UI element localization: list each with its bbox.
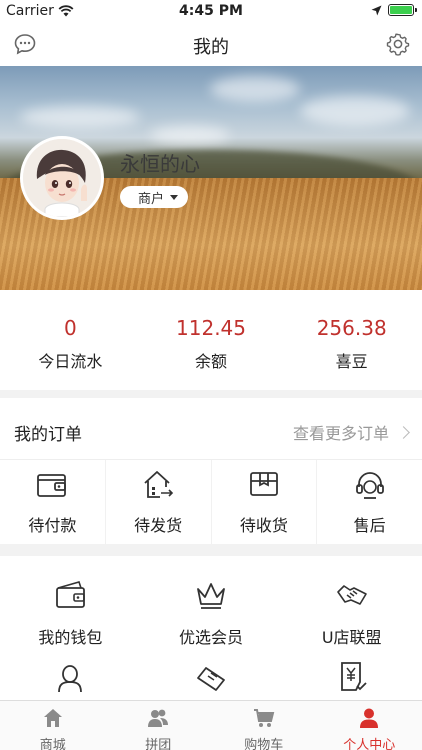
ship-box-icon: [144, 471, 174, 498]
service-label: 优选会员: [179, 628, 244, 647]
tab-personal-center[interactable]: 个人中心: [317, 701, 422, 750]
cart-icon: [253, 709, 275, 727]
wallet-icon: [37, 474, 67, 497]
tab-label: 个人中心: [343, 738, 396, 750]
nav-bar: 我的: [0, 22, 422, 66]
cloud: [150, 126, 230, 144]
order-item-label: 待付款: [28, 516, 77, 535]
cloud: [210, 76, 300, 102]
tab-label: 商城: [39, 738, 66, 750]
order-item-label: 待收货: [239, 516, 288, 535]
role-selector[interactable]: 商户: [120, 186, 189, 208]
caret-down-icon: [170, 194, 179, 200]
stat-value: 0: [63, 316, 77, 340]
tab-label: 拼团: [145, 738, 172, 750]
orders-title: 我的订单: [14, 425, 82, 445]
chevron-right-icon: [397, 425, 410, 439]
service-u-store-alliance[interactable]: U店联盟: [281, 556, 422, 652]
status-time: 4:45 PM: [179, 3, 243, 19]
username: 永恒的心: [120, 152, 200, 176]
stat-today-flow[interactable]: 0 今日流水: [0, 290, 141, 390]
page-title: 我的: [193, 37, 229, 58]
tab-bar: 商城 拼团 购物车 个人中心: [0, 700, 422, 750]
order-pending-receipt[interactable]: 待收货: [212, 460, 318, 544]
stat-balance[interactable]: 112.45 余额: [141, 290, 282, 390]
handshake-icon: [336, 585, 367, 605]
stat-value: 112.45: [176, 316, 246, 340]
location-arrow-icon: [371, 5, 382, 15]
status-bar: Carrier 4:45 PM: [0, 0, 422, 22]
service-partial-1[interactable]: [0, 652, 141, 700]
service-partial-3[interactable]: [281, 652, 422, 700]
stat-label: 喜豆: [335, 352, 368, 371]
order-pending-shipment[interactable]: 待发货: [106, 460, 212, 544]
order-item-label: 售后: [353, 516, 386, 535]
tab-cart[interactable]: 购物车: [211, 701, 317, 750]
package-icon: [249, 472, 278, 496]
settings-icon[interactable]: [386, 32, 410, 56]
stat-value: 256.38: [316, 316, 387, 340]
stat-beans[interactable]: 256.38 喜豆: [281, 290, 422, 390]
person-icon: [360, 708, 379, 728]
tab-mall[interactable]: 商城: [0, 701, 106, 750]
order-pending-payment[interactable]: 待付款: [0, 460, 106, 544]
purse-icon: [56, 581, 86, 608]
service-partial-2[interactable]: [141, 652, 282, 700]
orders-header: 我的订单 查看更多订单: [0, 398, 422, 460]
stat-label: 今日流水: [38, 352, 103, 371]
order-item-label: 待发货: [134, 516, 183, 535]
cloud: [300, 96, 410, 126]
headset-icon: [355, 472, 384, 499]
group-icon: [148, 709, 169, 727]
avatar-image: [23, 139, 101, 217]
stat-label: 余额: [195, 352, 228, 371]
role-label: 商户: [138, 191, 165, 207]
order-after-sales[interactable]: 售后: [317, 460, 422, 544]
view-more-orders-link[interactable]: 查看更多订单: [292, 420, 410, 444]
my-orders-section: 我的订单 查看更多订单 待付款 待发货 待收货 售后: [0, 398, 422, 544]
tab-label: 购物车: [244, 738, 284, 750]
order-status-row: 待付款 待发货 待收货 售后: [0, 460, 422, 544]
avatar[interactable]: [20, 136, 104, 220]
battery-icon: [388, 4, 417, 16]
service-my-wallet[interactable]: 我的钱包: [0, 556, 141, 652]
services-row-partial: [0, 652, 422, 700]
cloud: [20, 106, 140, 128]
handshake-icon: [197, 667, 225, 691]
service-label: U店联盟: [321, 628, 382, 647]
home-icon: [43, 709, 62, 727]
profile-header: 永恒的心 商户: [0, 66, 422, 290]
services-row: 我的钱包 优选会员 U店联盟: [0, 556, 422, 652]
user-outline-icon: [58, 665, 83, 693]
account-stats: 0 今日流水 112.45 余额 256.38 喜豆: [0, 290, 422, 390]
status-right: [371, 4, 417, 16]
services-section: 我的钱包 优选会员 U店联盟: [0, 556, 422, 700]
service-label: 我的钱包: [38, 628, 103, 647]
tab-group-buy[interactable]: 拼团: [106, 701, 212, 750]
service-premium-member[interactable]: 优选会员: [141, 556, 282, 652]
crown-icon: [197, 583, 225, 609]
view-more-orders-label: 查看更多订单: [292, 424, 389, 443]
bill-icon: [340, 662, 367, 691]
